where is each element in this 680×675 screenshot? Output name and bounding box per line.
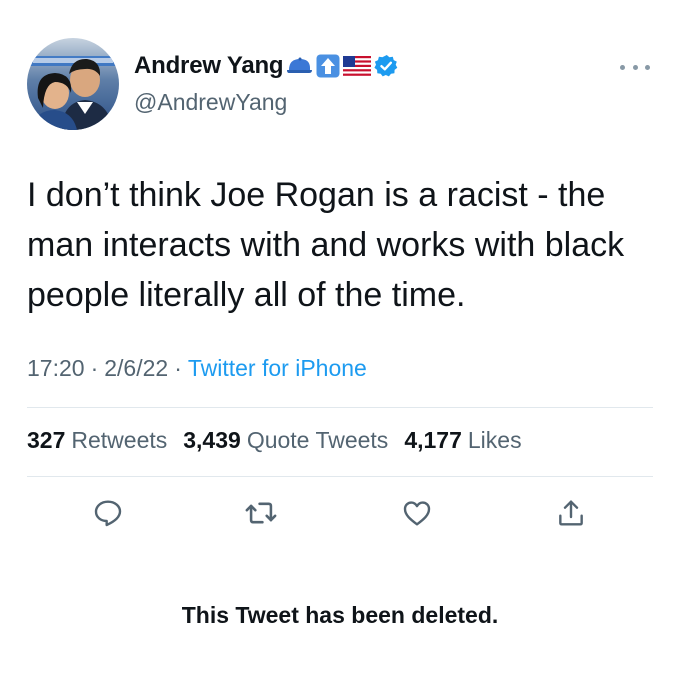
avatar[interactable] bbox=[27, 38, 119, 130]
up-arrow-icon bbox=[316, 54, 340, 78]
divider bbox=[27, 476, 653, 477]
verified-icon bbox=[374, 54, 398, 78]
more-dot bbox=[632, 64, 638, 70]
share-button[interactable] bbox=[553, 495, 589, 531]
retweet-button[interactable] bbox=[243, 495, 279, 531]
more-dot bbox=[645, 64, 650, 70]
tweet-meta: 17:20 · 2/6/22 · Twitter for iPhone bbox=[27, 355, 367, 382]
reply-button[interactable] bbox=[90, 495, 126, 531]
meta-separator: · bbox=[90, 355, 99, 381]
author-name-row[interactable]: Andrew Yang bbox=[134, 52, 398, 80]
likes-stat[interactable]: 4,177 Likes bbox=[404, 427, 521, 454]
us-flag-icon bbox=[343, 56, 372, 76]
retweet-icon bbox=[245, 502, 277, 524]
retweets-count: 327 bbox=[27, 427, 66, 453]
share-icon bbox=[559, 500, 583, 526]
avatar-photo bbox=[27, 38, 119, 130]
tweet-stats: 327 Retweets 3,439 Quote Tweets 4,177 Likes bbox=[27, 427, 538, 454]
name-badges bbox=[285, 54, 398, 78]
divider bbox=[27, 407, 653, 408]
more-options-icon[interactable] bbox=[620, 60, 650, 74]
reply-icon bbox=[94, 500, 122, 527]
tweet-source-link[interactable]: Twitter for iPhone bbox=[188, 355, 367, 382]
tweet-date[interactable]: 2/6/22 bbox=[104, 355, 168, 382]
quote-tweets-label: Quote Tweets bbox=[246, 427, 389, 453]
deleted-notice: This Tweet has been deleted. bbox=[181, 602, 499, 628]
quote-tweets-stat[interactable]: 3,439 Quote Tweets bbox=[183, 427, 388, 454]
quote-tweets-count: 3,439 bbox=[183, 427, 241, 453]
likes-label: Likes bbox=[467, 427, 522, 453]
like-button[interactable] bbox=[399, 495, 435, 531]
retweets-stat[interactable]: 327 Retweets bbox=[27, 427, 167, 454]
blue-cap-icon bbox=[285, 56, 313, 76]
tweet-time[interactable]: 17:20 bbox=[27, 355, 85, 382]
retweets-label: Retweets bbox=[71, 427, 168, 453]
tweet-text: I don’t think Joe Rogan is a racist - th… bbox=[27, 176, 625, 314]
likes-count: 4,177 bbox=[404, 427, 462, 453]
author-display-name[interactable]: Andrew Yang bbox=[134, 52, 284, 80]
heart-icon bbox=[403, 501, 431, 526]
meta-separator: · bbox=[174, 355, 182, 381]
author-handle[interactable]: @AndrewYang bbox=[134, 89, 287, 116]
more-dot bbox=[620, 64, 625, 70]
